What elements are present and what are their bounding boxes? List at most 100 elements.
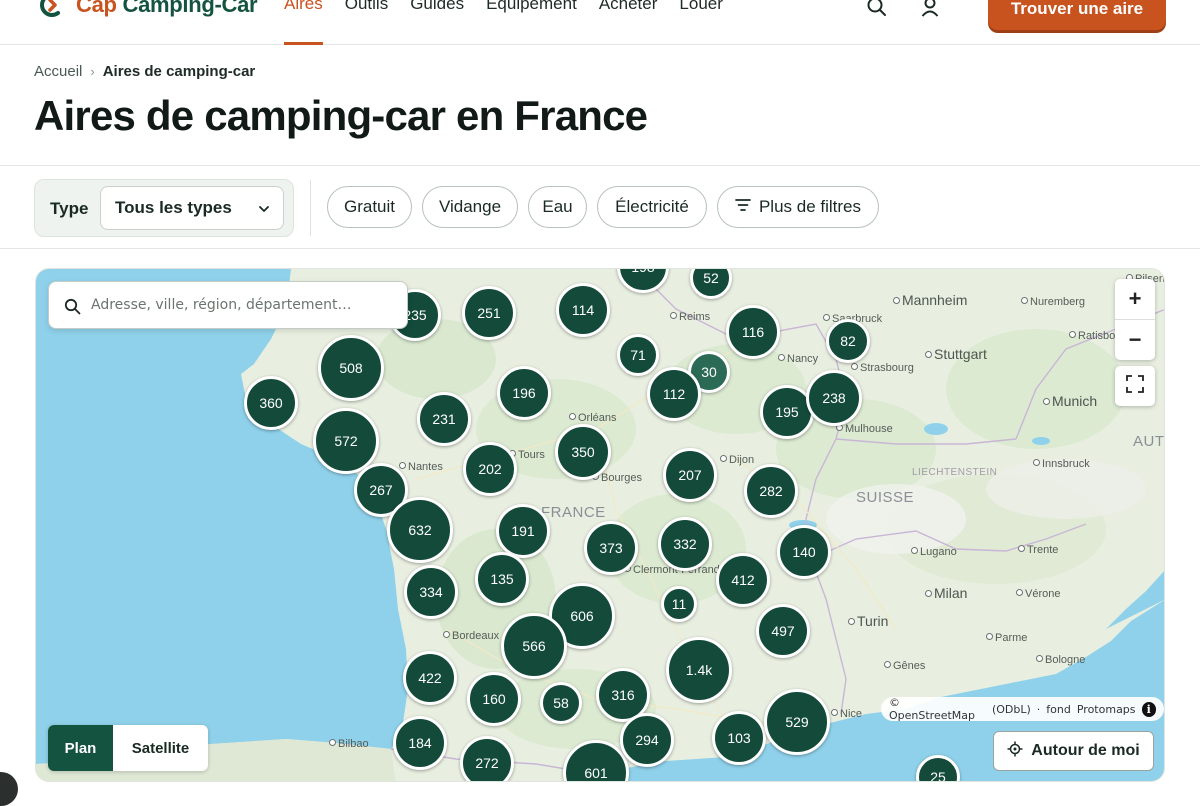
city-label: Gênes [884,660,925,672]
city-label: Bilbao [329,738,369,750]
area-cluster-marker[interactable]: 184 [393,716,447,770]
city-label: Ratisbo [1069,330,1115,342]
area-cluster-marker[interactable]: 294 [620,713,674,767]
area-cluster-marker[interactable]: 202 [463,442,517,496]
area-cluster-marker[interactable]: 272 [460,736,514,781]
breadcrumb: Accueil › Aires de camping-car [34,63,255,80]
map-layer-switch: Plan Satellite [48,725,208,771]
area-cluster-marker[interactable]: 497 [756,604,810,658]
area-cluster-marker[interactable]: 282 [744,464,798,518]
city-label: Nice [831,708,862,720]
city-label: Milan [925,585,967,601]
attribution-osm-link[interactable]: © OpenStreetMap [889,696,986,722]
zoom-controls: + − [1115,279,1155,360]
city-label: Bologne [1036,654,1085,666]
city-label: Turin [848,613,888,629]
type-filter-group: Type Tous les types [34,179,294,237]
city-label: Lugano [911,546,957,558]
filter-bar: Type Tous les types Gratuit Vidange Eau … [0,165,1200,249]
area-cluster-marker[interactable]: 422 [403,651,457,705]
city-label: Nantes [399,461,443,473]
map-view[interactable]: FRANCE SUISSE AUT LIECHTENSTEIN Nantes T… [35,268,1165,782]
area-cluster-marker[interactable]: 82 [826,319,870,363]
attribution-protomaps-link[interactable]: Protomaps [1077,703,1136,716]
nav-item-aires[interactable]: Aires [284,0,334,45]
area-cluster-marker[interactable]: 231 [417,392,471,446]
area-cluster-marker[interactable]: 566 [501,613,567,679]
area-cluster-marker[interactable]: 114 [556,283,610,337]
area-cluster-marker[interactable]: 332 [658,517,712,571]
area-cluster-marker[interactable]: 160 [467,672,521,726]
layer-plan-button[interactable]: Plan [48,725,113,771]
city-label: Innsbruck [1033,458,1090,470]
area-cluster-marker[interactable]: 196 [497,366,551,420]
floating-help-button[interactable] [0,772,18,806]
area-cluster-marker[interactable]: 360 [244,376,298,430]
area-cluster-marker[interactable]: 1.4k [666,637,732,703]
brand-logo-link[interactable]: Cap Camping-Car [38,0,258,18]
fullscreen-icon [1125,374,1145,399]
nav-item-equipement[interactable]: Equipement [475,0,588,44]
area-cluster-marker[interactable]: 412 [716,553,770,607]
page-title: Aires de camping-car en France [34,92,648,139]
brand-logo-icon [38,0,64,18]
area-cluster-marker[interactable]: 251 [462,286,516,340]
zoom-in-button[interactable]: + [1115,279,1155,319]
type-select[interactable]: Tous les types [100,186,284,230]
search-icon [64,298,81,315]
filter-chip-vidange[interactable]: Vidange [422,186,518,228]
city-label: Parme [986,632,1027,644]
layer-satellite-button[interactable]: Satellite [113,725,208,771]
area-cluster-marker[interactable]: 103 [712,711,766,765]
nav-item-outils[interactable]: Outils [334,0,399,44]
filter-chip-eau[interactable]: Eau [528,186,587,228]
country-label-austria: AUT [1133,433,1165,450]
area-cluster-marker[interactable]: 572 [313,408,379,474]
brand-name-cap: Cap [76,0,117,17]
attribution-odbl-link[interactable]: (ODbL) [992,703,1031,716]
near-me-button[interactable]: Autour de moi [993,731,1154,771]
user-account-icon[interactable] [919,0,941,18]
top-navigation-bar: Cap Camping-Car Aires Outils Guides Equi… [0,0,1200,45]
area-cluster-marker[interactable]: 207 [663,448,717,502]
area-cluster-marker[interactable]: 116 [726,305,780,359]
fullscreen-button[interactable] [1115,366,1155,406]
area-cluster-marker[interactable]: 350 [555,424,611,480]
area-cluster-marker[interactable]: 135 [475,552,529,606]
info-icon[interactable]: i [1141,701,1156,717]
city-label: Strasbourg [851,362,914,374]
city-label: Munich [1043,393,1097,409]
city-label: Dijon [720,454,754,466]
area-cluster-marker[interactable]: 508 [318,335,384,401]
filter-chip-electricite[interactable]: Électricité [597,186,707,228]
area-cluster-marker[interactable]: 373 [584,521,638,575]
search-icon[interactable] [866,0,888,18]
area-cluster-marker[interactable]: 632 [387,497,453,563]
nav-item-guides[interactable]: Guides [399,0,475,44]
find-area-button[interactable]: Trouver une aire [988,0,1166,30]
type-filter-label: Type [50,199,89,218]
area-cluster-marker[interactable]: 140 [777,525,831,579]
city-label: Nancy [778,353,818,365]
area-cluster-marker[interactable]: 238 [806,370,862,426]
zoom-out-button[interactable]: − [1115,320,1155,360]
more-filters-button[interactable]: Plus de filtres [717,186,879,228]
area-cluster-marker[interactable]: 112 [647,367,701,421]
city-label: Mulhouse [836,423,893,435]
breadcrumb-home-link[interactable]: Accueil [34,63,82,80]
area-cluster-marker[interactable]: 191 [496,504,550,558]
city-label: Trente [1018,544,1058,556]
city-label: Bordeaux [443,630,499,642]
country-label-liechtenstein: LIECHTENSTEIN [912,467,998,478]
area-cluster-marker[interactable]: 71 [617,334,659,376]
city-label: Reims [670,311,710,323]
map-attribution: © OpenStreetMap (ODbL) · fond Protomaps … [881,696,1164,722]
map-search-input[interactable] [48,281,408,329]
area-cluster-marker[interactable]: 11 [661,586,697,622]
nav-item-louer[interactable]: Louer [668,0,733,44]
filter-chip-gratuit[interactable]: Gratuit [327,186,412,228]
nav-item-acheter[interactable]: Acheter [588,0,669,44]
area-cluster-marker[interactable]: 529 [764,689,830,755]
area-cluster-marker[interactable]: 334 [404,565,458,619]
area-cluster-marker[interactable]: 58 [540,682,582,724]
